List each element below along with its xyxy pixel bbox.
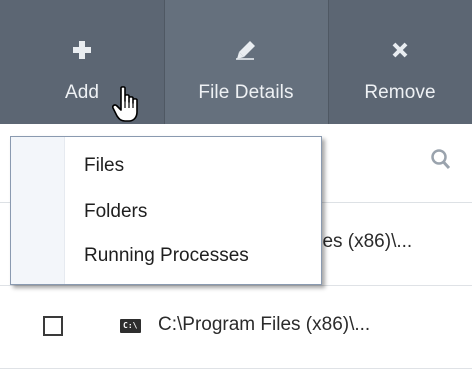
add-button-label: Add (64, 82, 100, 103)
file-details-button[interactable]: File Details (164, 0, 328, 124)
plus-icon (72, 36, 92, 64)
toolbar-divider (164, 0, 165, 124)
menu-item-files[interactable]: Files (84, 155, 124, 177)
x-icon (391, 36, 409, 64)
pencil-icon (235, 36, 257, 64)
remove-button[interactable]: Remove (328, 0, 472, 124)
table-row[interactable]: C:\ C:\Program Files (x86)\... (0, 286, 472, 369)
file-path: iles (x86)\... (314, 231, 413, 252)
search-icon[interactable] (430, 148, 452, 177)
app-window: Add File Details Remove iles (x86)\... C… (0, 0, 472, 370)
row-checkbox[interactable] (43, 316, 63, 336)
menu-item-running-processes[interactable]: Running Processes (84, 245, 249, 267)
add-dropdown-menu: Files Folders Running Processes (10, 136, 322, 285)
hand-pointer-cursor (111, 86, 142, 129)
command-prompt-icon: C:\ (120, 319, 141, 333)
remove-button-label: Remove (364, 82, 436, 103)
file-path: C:\Program Files (x86)\... (158, 314, 371, 335)
toolbar-divider (328, 0, 329, 124)
menu-item-folders[interactable]: Folders (84, 201, 147, 223)
toolbar: Add File Details Remove (0, 0, 472, 124)
file-details-button-label: File Details (198, 82, 294, 103)
command-prompt-icon-text: C:\ (123, 321, 138, 330)
menu-gutter (11, 137, 65, 284)
